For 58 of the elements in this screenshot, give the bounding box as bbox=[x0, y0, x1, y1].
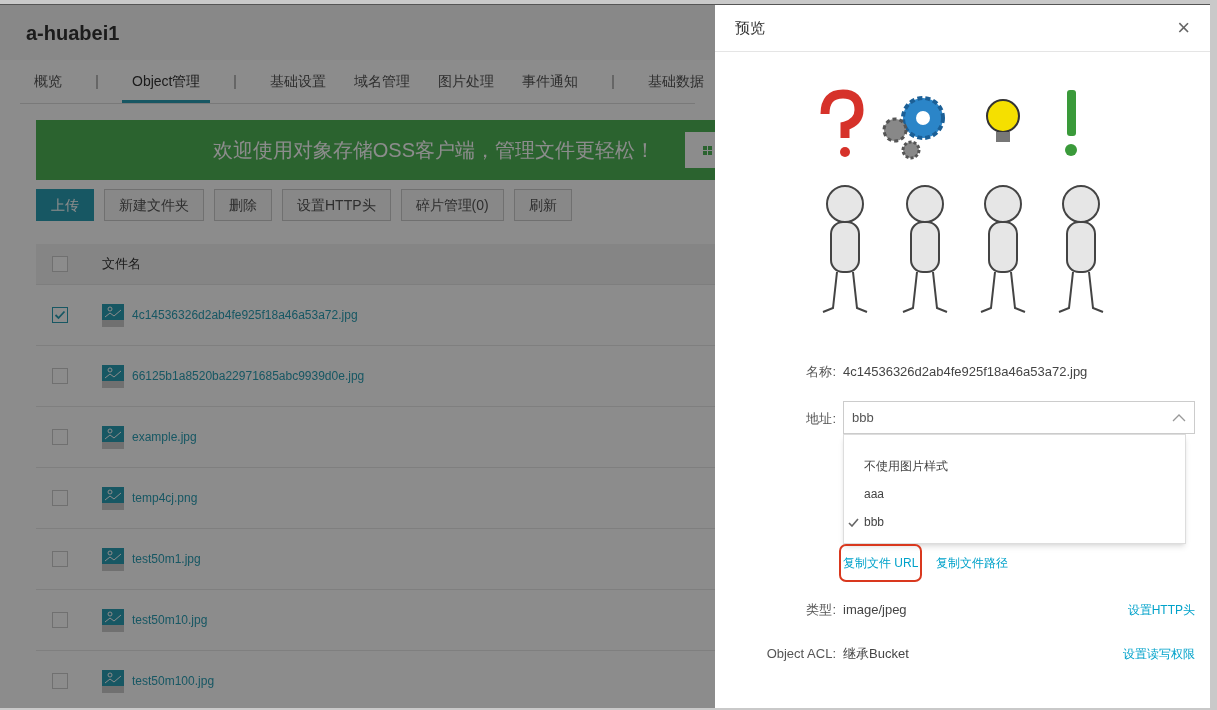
image-file-icon bbox=[102, 425, 124, 449]
tab[interactable]: 基础设置 bbox=[260, 60, 337, 103]
toolbar-button[interactable]: 设置HTTP头 bbox=[282, 189, 391, 221]
field-label: 名称: bbox=[805, 363, 837, 382]
set-permission-link[interactable]: 设置读写权限 bbox=[1123, 645, 1195, 663]
tab[interactable]: 图片处理 bbox=[428, 60, 505, 103]
file-link[interactable]: example.jpg bbox=[132, 428, 197, 446]
image-file-icon bbox=[102, 486, 124, 510]
checkbox[interactable] bbox=[52, 551, 68, 567]
checkbox[interactable] bbox=[52, 673, 68, 689]
type-value: image/jpeg bbox=[843, 601, 908, 620]
caret-up-icon bbox=[1172, 413, 1186, 422]
dropdown-option[interactable]: aaa bbox=[844, 480, 1185, 508]
checkbox[interactable] bbox=[52, 490, 68, 506]
welcome-banner: 欢迎使用对象存储OSS客户端，管理文件更轻松！ bbox=[36, 120, 715, 180]
checkbox[interactable] bbox=[52, 368, 68, 384]
file-link[interactable]: temp4cj.png bbox=[132, 489, 198, 507]
set-http-header-link[interactable]: 设置HTTP头 bbox=[1127, 601, 1195, 619]
checkbox[interactable] bbox=[52, 256, 68, 272]
toolbar-button[interactable]: 刷新 bbox=[513, 189, 572, 221]
file-link[interactable]: 66125b1a8520ba22971685abc9939d0e.jpg bbox=[132, 367, 365, 385]
dropdown-option[interactable]: 不使用图片样式 bbox=[844, 452, 1185, 480]
image-file-icon bbox=[102, 364, 124, 388]
tab[interactable]: 概览 bbox=[24, 60, 72, 103]
address-select[interactable]: bbb bbox=[843, 401, 1195, 434]
windows-icon bbox=[702, 145, 712, 155]
close-button[interactable]: × bbox=[1177, 17, 1190, 39]
file-link[interactable]: test50m10.jpg bbox=[132, 611, 208, 629]
dropdown-option[interactable]: bbb bbox=[844, 508, 1185, 536]
checkbox[interactable] bbox=[52, 612, 68, 628]
banner-button[interactable] bbox=[685, 132, 715, 168]
checkbox[interactable] bbox=[52, 307, 68, 323]
image-file-icon bbox=[102, 669, 124, 693]
toolbar-button[interactable]: 碎片管理(0) bbox=[400, 189, 504, 221]
copy-link[interactable]: 复制文件路径 bbox=[936, 554, 1009, 572]
toolbar-button[interactable]: 删除 bbox=[214, 189, 272, 221]
bucket-title: a-huabei1 bbox=[26, 20, 120, 46]
toolbar-button[interactable]: 上传 bbox=[36, 189, 94, 221]
checkbox[interactable] bbox=[52, 429, 68, 445]
tab[interactable]: 基础数据 bbox=[638, 60, 715, 103]
image-file-icon bbox=[102, 547, 124, 571]
acl-value: 继承Bucket bbox=[843, 645, 910, 664]
file-name-value: 4c14536326d2ab4fe925f18a46a53a72.jpg bbox=[843, 363, 1088, 382]
field-label: 类型: bbox=[805, 601, 837, 620]
toolbar-button[interactable]: 新建文件夹 bbox=[104, 189, 204, 221]
tab[interactable]: 事件通知 bbox=[512, 60, 589, 103]
image-file-icon bbox=[102, 608, 124, 632]
field-label: Object ACL: bbox=[765, 645, 837, 664]
copy-link[interactable]: 复制文件 URL bbox=[839, 544, 923, 582]
tab[interactable]: 域名管理 bbox=[344, 60, 421, 103]
drawer-title: 预览 bbox=[735, 17, 765, 38]
field-label: 地址: bbox=[805, 410, 837, 428]
image-file-icon bbox=[102, 303, 124, 327]
file-link[interactable]: test50m100.jpg bbox=[132, 672, 215, 690]
file-link[interactable]: test50m1.jpg bbox=[132, 550, 201, 568]
column-header: 文件名 bbox=[102, 255, 141, 274]
file-link[interactable]: 4c14536326d2ab4fe925f18a46a53a72.jpg bbox=[132, 306, 358, 324]
tab[interactable]: Object管理 bbox=[122, 60, 211, 103]
